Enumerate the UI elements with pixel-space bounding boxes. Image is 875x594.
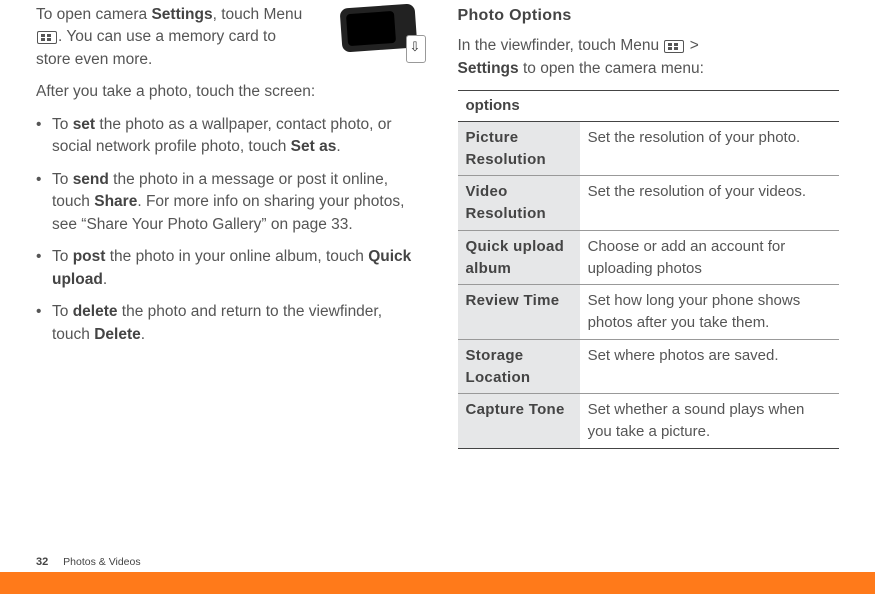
intro-text-3: . You can use a memory card to store eve… (36, 28, 276, 67)
menu-icon (37, 31, 57, 44)
bullet-item: To post the photo in your online album, … (36, 246, 418, 291)
intro-text-1: To open camera (36, 6, 151, 23)
right-column: Photo Options In the viewfinder, touch M… (458, 4, 840, 449)
table-row: Capture ToneSet whether a sound plays wh… (458, 394, 840, 449)
table-row: Review TimeSet how long your phone shows… (458, 285, 840, 340)
phone-illustration (333, 0, 428, 65)
table-header: options (458, 91, 840, 122)
bullet-item: To delete the photo and return to the vi… (36, 301, 418, 346)
r-intro-2: > (685, 37, 698, 54)
left-column: To open camera Settings, touch Menu . Yo… (36, 4, 418, 449)
intro-block: To open camera Settings, touch Menu . Yo… (36, 4, 418, 71)
table-row: Storage LocationSet where photos are sav… (458, 339, 840, 394)
page-content: To open camera Settings, touch Menu . Yo… (0, 0, 875, 449)
menu-icon (664, 40, 684, 53)
table-row: Video ResolutionSet the resolution of yo… (458, 176, 840, 231)
footer-section: Photos & Videos (63, 556, 140, 568)
r-intro-1: In the viewfinder, touch Menu (458, 37, 664, 54)
bullet-item: To set the photo as a wallpaper, contact… (36, 114, 418, 159)
r-intro-3: to open the camera menu: (519, 60, 704, 77)
settings-bold: Settings (458, 60, 519, 77)
footer-orange-bar (0, 572, 875, 594)
options-table: options Picture ResolutionSet the resolu… (458, 90, 840, 449)
memory-card-icon (406, 35, 426, 63)
photo-options-heading: Photo Options (458, 4, 840, 27)
intro-paragraph: To open camera Settings, touch Menu . Yo… (36, 4, 306, 71)
after-photo-text: After you take a photo, touch the screen… (36, 81, 418, 103)
page-footer: 32 Photos & Videos (0, 550, 875, 594)
page-number: 32 (36, 556, 48, 568)
bullet-item: To send the photo in a message or post i… (36, 169, 418, 236)
right-intro-paragraph: In the viewfinder, touch Menu > Settings… (458, 35, 840, 80)
settings-bold: Settings (151, 6, 212, 23)
table-row: Picture ResolutionSet the resolution of … (458, 121, 840, 176)
table-row: Quick upload albumChoose or add an accou… (458, 230, 840, 285)
footer-text: 32 Photos & Videos (0, 550, 875, 572)
bullet-list: To set the photo as a wallpaper, contact… (36, 114, 418, 346)
intro-text-2: , touch Menu (213, 6, 303, 23)
